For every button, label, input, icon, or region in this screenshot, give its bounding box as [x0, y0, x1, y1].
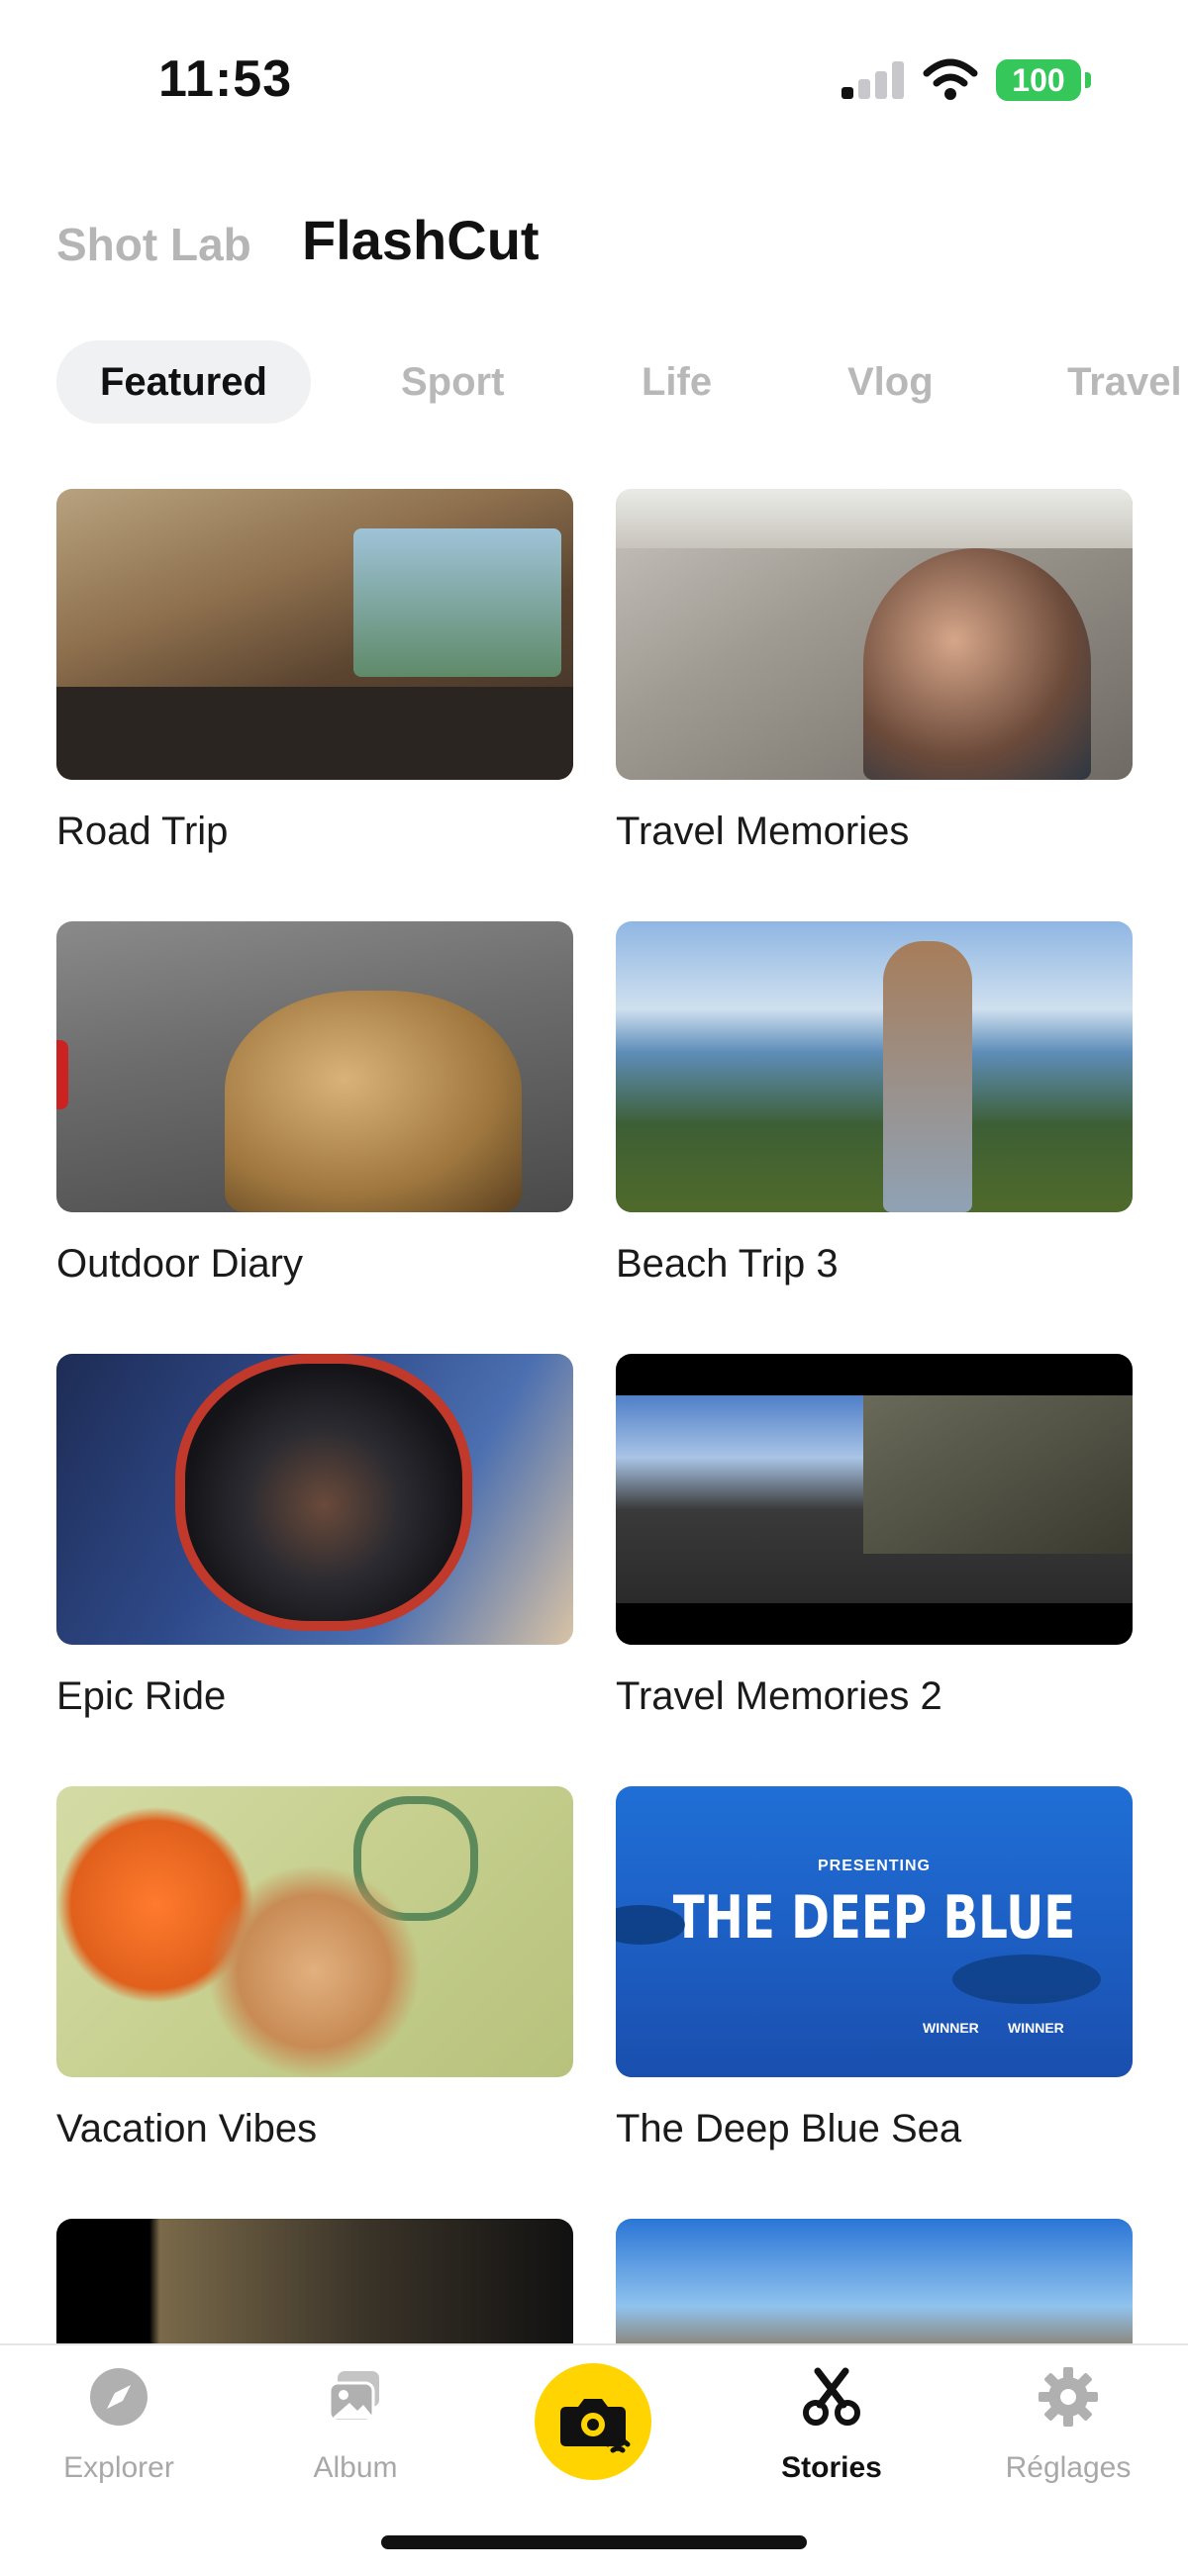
status-time: 11:53 [158, 50, 293, 108]
template-card-road-trip[interactable]: Road Trip [56, 489, 573, 854]
template-title: Beach Trip 3 [616, 1242, 839, 1286]
home-indicator [381, 2535, 807, 2549]
nav-label: Album [313, 2451, 398, 2484]
template-card-outdoor-diary[interactable]: Outdoor Diary [56, 921, 573, 1287]
nav-label: Explorer [63, 2451, 174, 2484]
template-thumbnail[interactable] [56, 921, 573, 1212]
tab-flashcut[interactable]: FlashCut [302, 208, 540, 272]
camera-button[interactable] [535, 2363, 651, 2480]
template-card-epic-ride[interactable]: Epic Ride [56, 1354, 573, 1719]
template-title: Travel Memories 2 [616, 1674, 942, 1718]
template-thumbnail[interactable] [56, 489, 573, 780]
nav-explorer[interactable]: Explorer [20, 2365, 218, 2485]
tab-shot-lab[interactable]: Shot Lab [56, 218, 251, 271]
category-vlog[interactable]: Vlog [847, 340, 934, 424]
category-life[interactable]: Life [642, 340, 712, 424]
template-card-beach-trip-3[interactable]: Beach Trip 3 [616, 921, 1133, 1287]
template-title: Road Trip [56, 810, 229, 853]
thumbnail-caption-title: THE DEEP BLUE [672, 1883, 1076, 1953]
template-thumbnail[interactable] [56, 1786, 573, 2077]
template-title: Outdoor Diary [56, 1242, 303, 1286]
nav-album[interactable]: Album [256, 2365, 454, 2485]
award-badge: WINNER [923, 2020, 979, 2036]
thumbnail-caption-small: PRESENTING [817, 1858, 931, 1874]
camera-icon [560, 2399, 631, 2453]
category-sport[interactable]: Sport [401, 340, 504, 424]
nav-stories[interactable]: Stories [733, 2365, 931, 2485]
category-tabs: Featured Sport Life Vlog Travel [56, 340, 1188, 424]
category-travel[interactable]: Travel [1067, 340, 1182, 424]
template-thumbnail[interactable] [616, 1354, 1133, 1645]
template-thumbnail[interactable] [616, 489, 1133, 780]
nav-label: Réglages [1005, 2451, 1132, 2484]
award-badge: WINNER [1008, 2020, 1064, 2036]
template-title: Vacation Vibes [56, 2107, 318, 2150]
template-thumbnail[interactable]: PRESENTING THE DEEP BLUE WINNER WINNER [616, 1786, 1133, 2077]
cellular-signal-icon [842, 61, 905, 99]
compass-icon [90, 2368, 148, 2426]
battery-cap [1085, 72, 1091, 88]
template-card-travel-memories[interactable]: Travel Memories [616, 489, 1133, 854]
nav-settings[interactable]: Réglages [969, 2365, 1167, 2485]
template-title: The Deep Blue Sea [616, 2107, 962, 2150]
nav-label: Stories [781, 2451, 882, 2484]
template-title: Epic Ride [56, 1674, 227, 1718]
wifi-icon [923, 58, 978, 100]
status-bar: 11:53 100 [0, 0, 1188, 158]
scissors-icon [803, 2367, 860, 2426]
template-card-vacation-vibes[interactable]: Vacation Vibes [56, 1786, 573, 2151]
battery-indicator: 100 [996, 59, 1081, 101]
template-thumbnail[interactable] [56, 1354, 573, 1645]
template-card-the-deep-blue-sea[interactable]: PRESENTING THE DEEP BLUE WINNER WINNER T… [616, 1786, 1133, 2151]
template-title: Travel Memories [616, 810, 910, 853]
gear-icon [1039, 2367, 1098, 2427]
template-card-travel-memories-2[interactable]: Travel Memories 2 [616, 1354, 1133, 1719]
category-featured[interactable]: Featured [56, 340, 311, 424]
album-icon [328, 2371, 379, 2423]
template-thumbnail[interactable] [616, 921, 1133, 1212]
